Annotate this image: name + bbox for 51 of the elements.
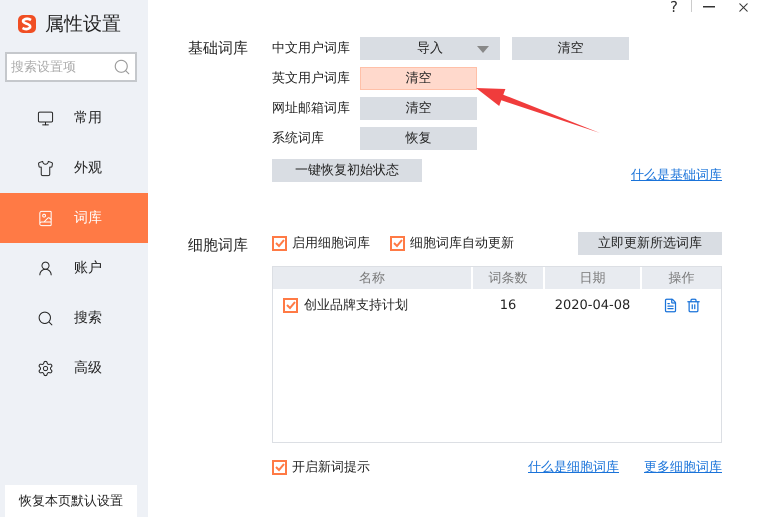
help-button[interactable]: ? [657,0,691,14]
caret-icon [477,46,489,52]
dict-button[interactable]: 清空 [360,66,477,90]
update-button[interactable]: 立即更新所选词库 [578,232,722,254]
dict-button[interactable]: 清空 [360,96,477,120]
row-label: 系统词库 [272,130,325,147]
column-header: 名称 [273,267,471,289]
dict-name: 创业品牌支持计划 [304,297,408,314]
nav-item[interactable]: 账户 [0,243,148,293]
checkbox[interactable] [272,236,287,250]
row-label: 中文用户词库 [272,40,348,57]
column-header: 操作 [642,267,721,289]
table-cell-text: 2020-04-08 [554,296,632,314]
section-title: 基础词库 [188,38,249,59]
checkbox[interactable] [390,236,405,250]
logo-icon [17,14,37,34]
table-cell-text: 16 [498,296,518,314]
option-label[interactable]: 启用细胞词库 [272,234,370,252]
settings-icon [37,360,54,376]
reset-all-button[interactable]: 一键恢复初始状态 [272,158,422,182]
section-title: 细胞词库 [188,235,249,256]
nav-item[interactable]: 高级 [0,343,148,393]
help-link[interactable]: 什么是基础词库 [631,166,722,184]
checkbox[interactable] [283,298,298,312]
search-icon [37,310,54,326]
column-header: 日期 [545,267,640,289]
nav-item[interactable]: 常用 [0,93,148,143]
search-field[interactable]: 搜索设置项 [5,52,137,82]
checkbox[interactable] [272,460,287,474]
app-title: 属性设置 [45,12,121,37]
nav-item[interactable]: 搜索 [0,293,148,343]
monitor-icon [37,110,54,126]
dict-button[interactable]: 恢复 [360,126,477,150]
reset-page-button[interactable]: 恢复本页默认设置 [5,485,137,517]
help-link[interactable]: 更多细胞词库 [644,458,722,476]
dict-button[interactable]: 清空 [512,36,629,60]
option-label[interactable]: 细胞词库自动更新 [390,234,514,252]
row-label: 网址邮箱词库 [272,100,348,117]
user-icon [37,260,54,276]
column-header: 词条数 [473,267,543,289]
search-icon [113,58,131,76]
import-dropdown[interactable]: 导入 [360,36,500,60]
book-icon [37,210,54,226]
option-label[interactable]: 开启新词提示 [272,458,370,476]
shirt-icon [37,160,54,176]
minimize-icon [703,6,715,8]
nav-item[interactable]: 外观 [0,143,148,193]
trash-icon[interactable] [686,298,700,312]
row-label: 英文用户词库 [272,70,348,87]
document-icon[interactable] [662,298,678,312]
help-link[interactable]: 什么是细胞词库 [528,458,619,476]
